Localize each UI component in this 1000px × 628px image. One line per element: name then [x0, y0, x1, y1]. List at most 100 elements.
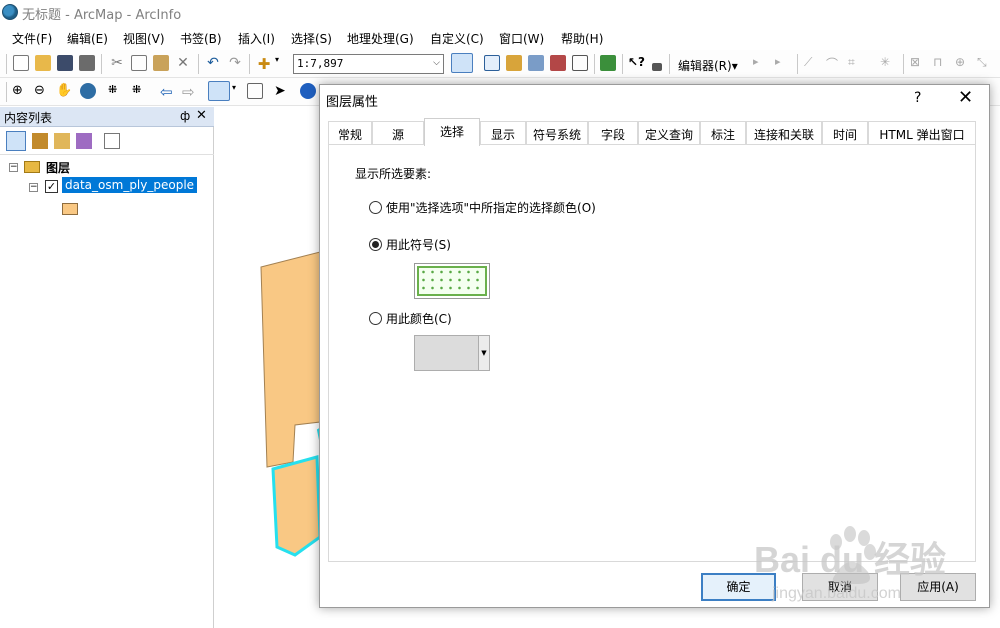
- use-this-color-label[interactable]: 用此颜色(C): [386, 310, 452, 327]
- cut-polygon-icon[interactable]: ⊕: [955, 55, 971, 71]
- menu-file[interactable]: 文件(F): [12, 30, 52, 47]
- select-elements-icon[interactable]: ➤: [274, 83, 290, 99]
- fixed-zoom-in-icon[interactable]: ⁜: [108, 83, 124, 99]
- menu-customize[interactable]: 自定义(C): [430, 30, 484, 47]
- add-data-dropdown-icon[interactable]: ▾: [275, 55, 283, 71]
- menu-view[interactable]: 视图(V): [123, 30, 165, 47]
- list-by-visibility-icon[interactable]: [54, 133, 70, 149]
- use-this-color-radio[interactable]: [369, 312, 382, 325]
- save-icon[interactable]: [57, 55, 73, 71]
- menu-bookmarks[interactable]: 书签(B): [180, 30, 222, 47]
- menu-insert[interactable]: 插入(I): [238, 30, 275, 47]
- straight-segment-icon[interactable]: ⟋: [804, 55, 820, 71]
- layer-visibility-checkbox[interactable]: ✓: [45, 180, 58, 193]
- list-by-source-icon[interactable]: [32, 133, 48, 149]
- rotate-icon[interactable]: ⤡: [977, 55, 993, 71]
- catalog-icon[interactable]: [506, 55, 522, 71]
- list-by-selection-icon[interactable]: [76, 133, 92, 149]
- arcmap-app-icon: [2, 4, 18, 20]
- select-features-icon[interactable]: [208, 81, 230, 101]
- layer-symbol-swatch[interactable]: [62, 203, 78, 215]
- symbol-preview-button[interactable]: [414, 263, 490, 299]
- tab-symbology[interactable]: 符号系统: [526, 121, 588, 145]
- tab-fields[interactable]: 字段: [588, 121, 638, 145]
- arctoolbox-icon[interactable]: [550, 55, 566, 71]
- use-selection-color-label[interactable]: 使用"选择选项"中所指定的选择颜色(O): [386, 199, 596, 216]
- map-scale-combobox[interactable]: 1:7,897 ⌵: [293, 54, 444, 74]
- root-layer-label[interactable]: 图层: [46, 159, 70, 176]
- clear-selection-icon[interactable]: [247, 83, 263, 99]
- editor-toolbar-icon[interactable]: [451, 53, 473, 73]
- tab-source[interactable]: 源: [372, 121, 424, 145]
- toolbar-options-icon[interactable]: [652, 63, 662, 71]
- pan-icon[interactable]: ✋: [56, 83, 72, 99]
- baidu-watermark: Bai du 经验 jingyan.baidu.com: [754, 526, 946, 602]
- identify-icon[interactable]: [300, 83, 316, 99]
- edit-tool-icon[interactable]: ▸: [753, 55, 769, 71]
- tab-display[interactable]: 显示: [480, 121, 526, 145]
- point-icon[interactable]: ✳: [880, 55, 896, 71]
- add-data-icon[interactable]: ✚: [256, 55, 272, 73]
- open-folder-icon[interactable]: [35, 55, 51, 71]
- editor-menu[interactable]: 编辑器(R)▾: [678, 57, 738, 74]
- tab-selection[interactable]: 选择: [424, 118, 480, 146]
- paste-icon[interactable]: [153, 55, 169, 71]
- collapse-icon[interactable]: −: [29, 183, 38, 192]
- title-bar: 无标题 - ArcMap - ArcInfo: [0, 0, 1000, 26]
- list-by-drawing-order-icon[interactable]: [6, 131, 26, 151]
- cut-icon[interactable]: ✂: [109, 55, 125, 71]
- zoom-out-icon[interactable]: ⊖: [34, 83, 50, 99]
- close-icon[interactable]: ✕: [958, 87, 973, 108]
- tab-definition-query[interactable]: 定义查询: [638, 121, 700, 145]
- color-picker-dropdown[interactable]: ▼: [414, 335, 490, 371]
- menu-help[interactable]: 帮助(H): [561, 30, 603, 47]
- redo-icon[interactable]: ↷: [227, 55, 243, 71]
- help-icon[interactable]: ?: [914, 90, 921, 106]
- copy-icon[interactable]: [131, 55, 147, 71]
- new-document-icon[interactable]: [13, 55, 29, 71]
- forward-extent-icon[interactable]: ⇨: [182, 83, 198, 101]
- search-window-icon[interactable]: [528, 55, 544, 71]
- standard-toolbar: ✂ ✕ ↶ ↷ ✚ ▾ ↖? 编辑器(R)▾ ▸ ▸ ⟋ ⌒ ⌗ ✳ ⊠ ⊓ ⊕…: [0, 50, 1000, 78]
- use-this-symbol-radio[interactable]: [369, 238, 382, 251]
- tab-labels[interactable]: 标注: [700, 121, 746, 145]
- modelbuilder-icon[interactable]: [600, 55, 616, 71]
- python-window-icon[interactable]: [572, 55, 588, 71]
- whats-this-icon[interactable]: ↖?: [628, 55, 645, 71]
- tab-html-popup[interactable]: HTML 弹出窗口: [868, 121, 976, 145]
- back-extent-icon[interactable]: ⇦: [160, 83, 176, 101]
- menu-selection[interactable]: 选择(S): [291, 30, 332, 47]
- curve-icon[interactable]: ⌒: [826, 55, 842, 71]
- undo-icon[interactable]: ↶: [205, 55, 221, 71]
- pin-icon[interactable]: ф: [180, 109, 190, 123]
- print-icon[interactable]: [79, 55, 95, 71]
- zoom-in-icon[interactable]: ⊕: [12, 83, 28, 99]
- section-label: 显示所选要素:: [355, 167, 432, 181]
- toc-options-icon[interactable]: [104, 133, 120, 149]
- construction-icon[interactable]: ⌗: [848, 55, 864, 71]
- table-of-contents-icon[interactable]: [484, 55, 500, 71]
- use-selection-color-radio[interactable]: [369, 201, 382, 214]
- fixed-zoom-out-icon[interactable]: ⁜: [132, 83, 148, 99]
- select-dropdown-icon[interactable]: ▾: [232, 83, 240, 99]
- menu-edit[interactable]: 编辑(E): [67, 30, 108, 47]
- tab-joins-relates[interactable]: 连接和关联: [746, 121, 822, 145]
- menu-window[interactable]: 窗口(W): [499, 30, 544, 47]
- tab-general[interactable]: 常规: [328, 121, 372, 145]
- use-this-symbol-label[interactable]: 用此符号(S): [386, 236, 451, 253]
- selection-symbol-swatch: [417, 266, 487, 296]
- chevron-down-icon[interactable]: ▼: [478, 336, 489, 370]
- menu-geoprocessing[interactable]: 地理处理(G): [347, 30, 414, 47]
- delete-icon[interactable]: ✕: [175, 55, 191, 71]
- split-icon[interactable]: ⊠: [910, 55, 926, 71]
- selected-map-polygon: [271, 455, 322, 557]
- toc-toolbar: [0, 127, 214, 155]
- edit-annotation-icon[interactable]: ▸: [775, 55, 791, 71]
- collapse-icon[interactable]: −: [9, 163, 18, 172]
- close-icon[interactable]: ✕: [196, 108, 207, 123]
- full-extent-icon[interactable]: [80, 83, 96, 99]
- layer-name[interactable]: data_osm_ply_people: [62, 177, 198, 193]
- reshape-icon[interactable]: ⊓: [933, 55, 949, 71]
- tab-time[interactable]: 时间: [822, 121, 868, 145]
- table-of-contents-panel: 内容列表 ф ✕ − 图层 − ✓ data_osm_ply_people: [0, 107, 214, 628]
